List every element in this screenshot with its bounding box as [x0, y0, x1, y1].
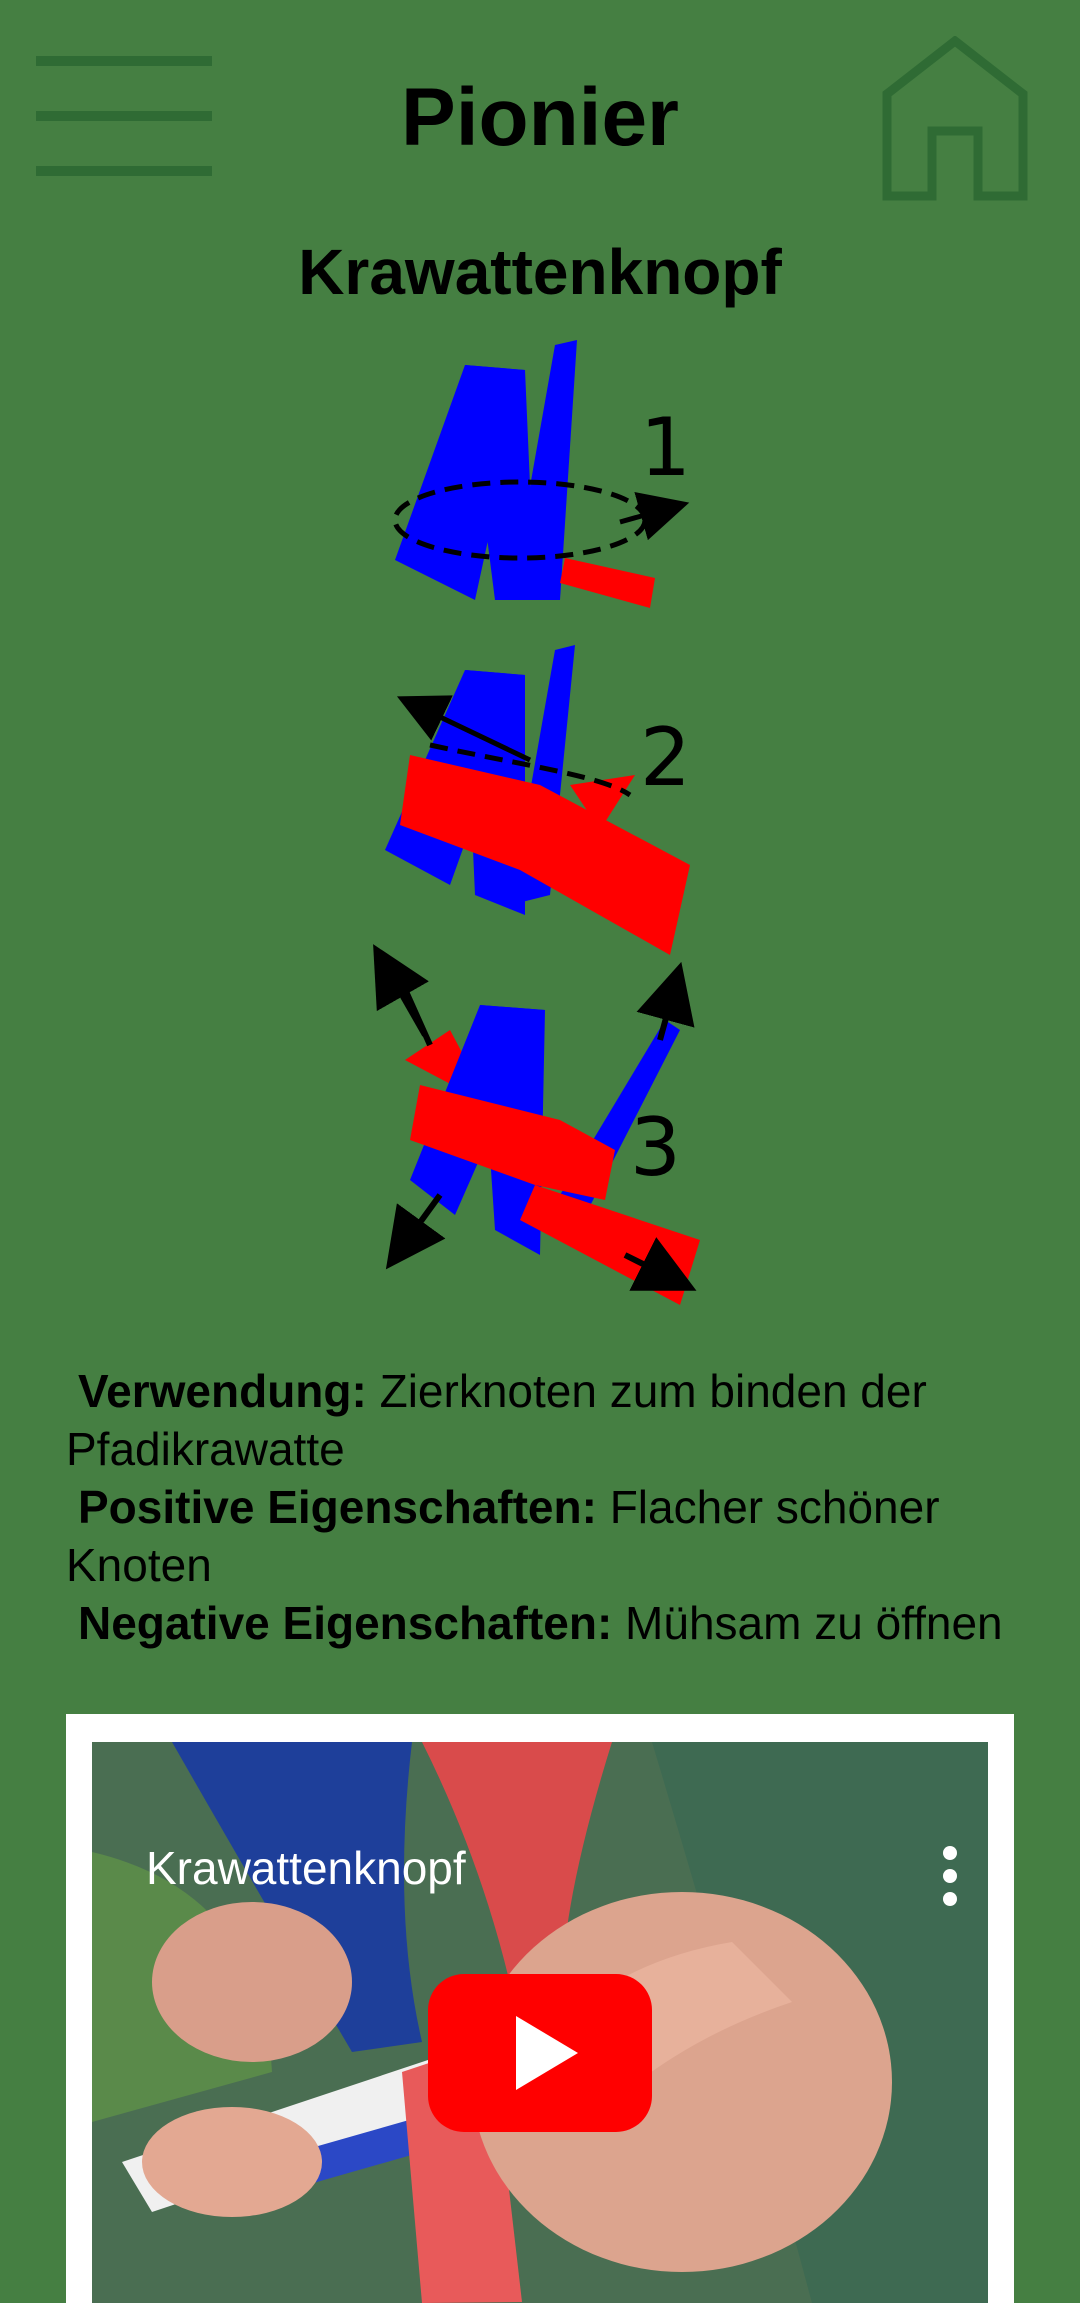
knot-info: Verwendung: Zierknoten zum binden der Pf… [66, 1362, 1026, 1652]
usage-row: Verwendung: Zierknoten zum binden der Pf… [66, 1362, 1026, 1478]
knot-step-3: 3 [373, 944, 700, 1305]
knot-diagram: 1 2 3 [373, 340, 700, 1305]
knot-step-2: 2 [385, 645, 691, 955]
youtube-play-icon[interactable] [428, 1974, 652, 2132]
more-vertical-icon[interactable] [940, 1846, 960, 1906]
menu-dot [943, 1846, 957, 1860]
positive-label: Positive Eigenschaften: [78, 1481, 597, 1533]
menu-dot [943, 1892, 957, 1906]
negative-text: Mühsam zu öffnen [625, 1597, 1003, 1649]
positive-row: Positive Eigenschaften: Flacher schöner … [66, 1478, 1026, 1594]
step-1-label: 1 [640, 401, 691, 494]
negative-row: Negative Eigenschaften: Mühsam zu öffnen [66, 1594, 1026, 1652]
home-icon[interactable] [880, 35, 1030, 201]
knot-title: Krawattenknopf [298, 236, 782, 308]
knot-step-1: 1 [392, 340, 691, 608]
step-2-label: 2 [640, 711, 691, 804]
menu-dot [943, 1869, 957, 1883]
video-title[interactable]: Krawattenknopf [146, 1840, 466, 1896]
menu-line [36, 56, 212, 66]
step-3-label: 3 [630, 1101, 681, 1194]
usage-label: Verwendung: [78, 1365, 367, 1417]
negative-label: Negative Eigenschaften: [78, 1597, 613, 1649]
video-player[interactable]: Krawattenknopf [92, 1742, 988, 2303]
video-embed[interactable]: Krawattenknopf [66, 1714, 1014, 2303]
